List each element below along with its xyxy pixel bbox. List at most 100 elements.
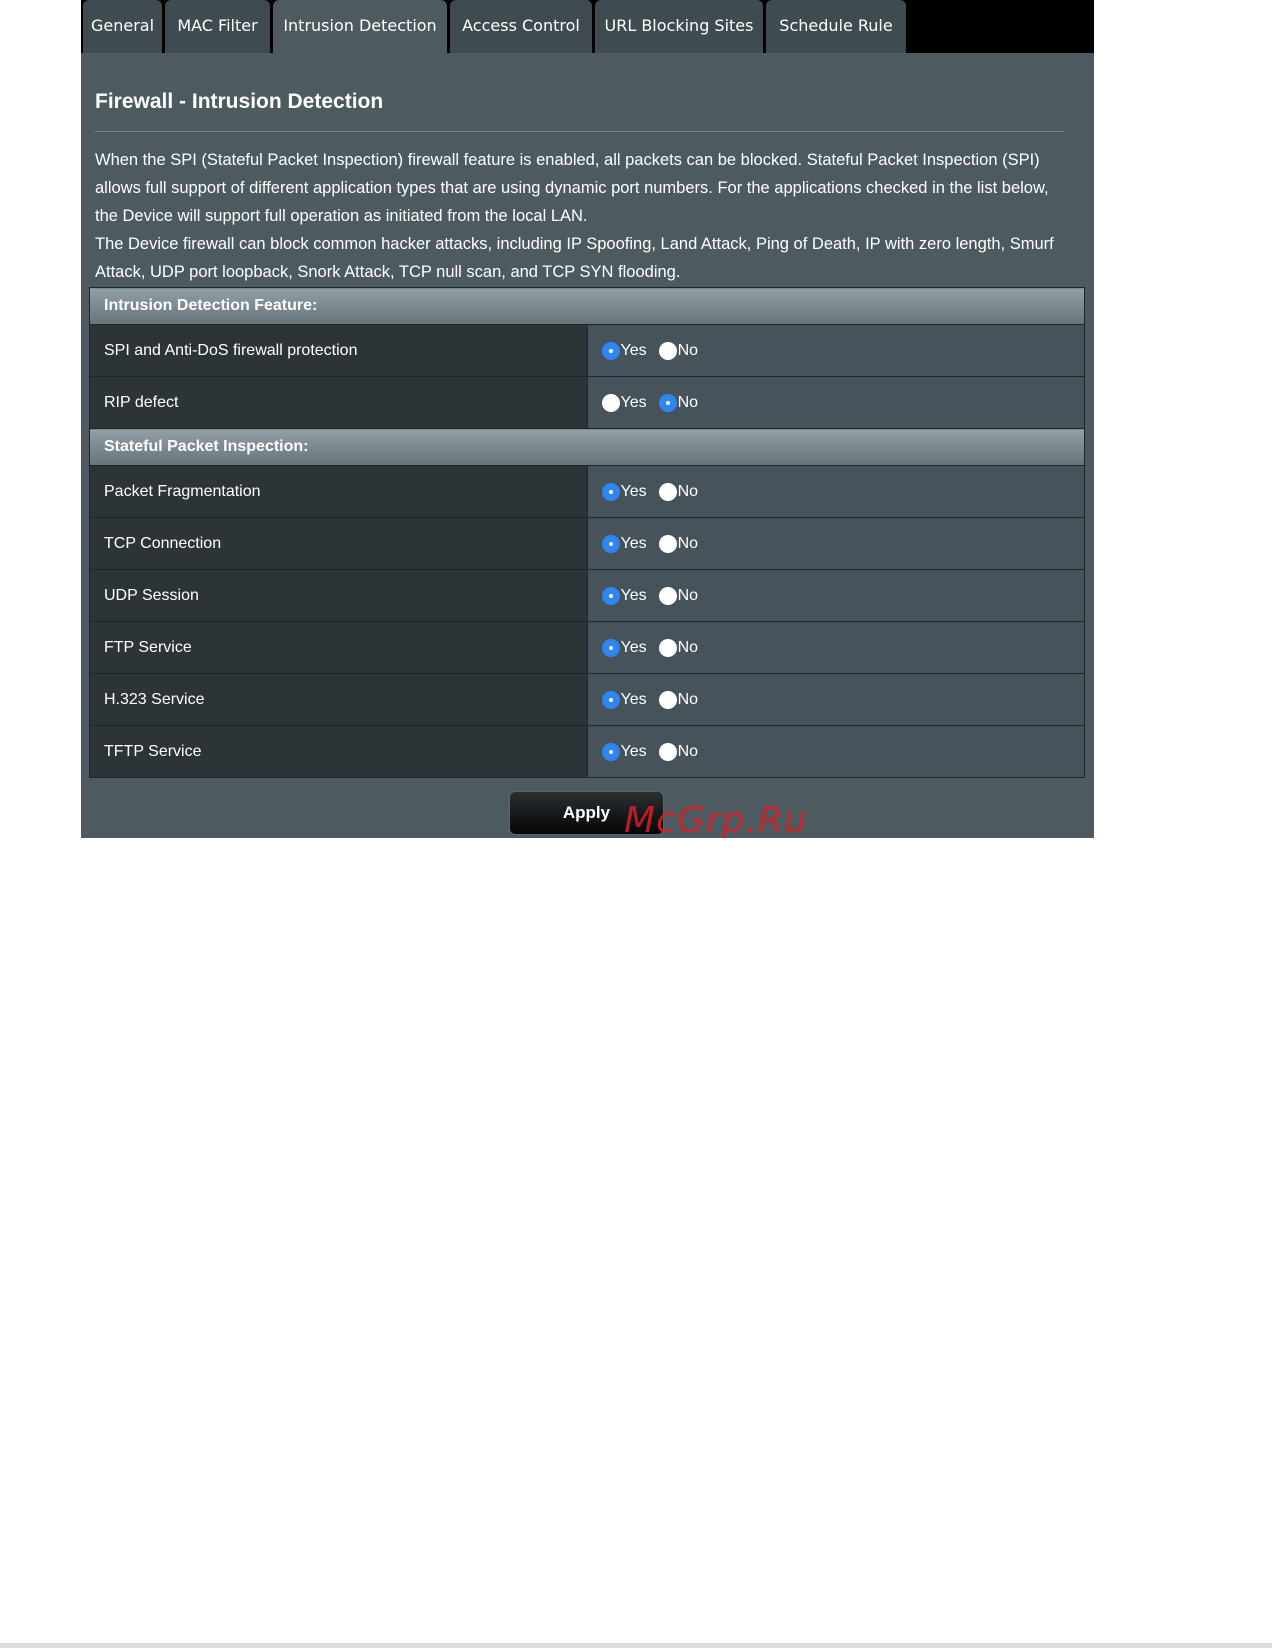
radio-option-yes[interactable]: Yes (601, 638, 647, 657)
radio-group: Yes No (601, 482, 1085, 501)
radio-button-yes[interactable] (601, 534, 620, 553)
radio-option-no[interactable]: No (658, 341, 699, 360)
setting-row-tcp-connection: TCP Connection Yes No (89, 517, 1085, 570)
page-description: When the SPI (Stateful Packet Inspection… (95, 146, 1070, 286)
setting-value-cell: Yes No (586, 725, 1085, 778)
radio-button-no[interactable] (658, 341, 677, 360)
radio-label-yes: Yes (620, 690, 647, 708)
radio-option-yes[interactable]: Yes (601, 534, 647, 553)
description-paragraph-attacks: The Device firewall can block common hac… (95, 235, 1054, 281)
radio-button-no[interactable] (658, 638, 677, 657)
apply-button[interactable]: Apply (509, 791, 664, 835)
radio-option-no[interactable]: No (658, 482, 699, 501)
radio-option-yes[interactable]: Yes (601, 586, 647, 605)
radio-group: Yes No (601, 690, 1085, 709)
radio-option-yes[interactable]: Yes (601, 393, 647, 412)
section-header-row: Intrusion Detection Feature: (89, 287, 1085, 325)
radio-button-yes[interactable] (601, 742, 620, 761)
setting-label: Packet Fragmentation (89, 465, 588, 518)
tab-general[interactable]: General (83, 0, 162, 53)
radio-label-yes: Yes (620, 393, 647, 411)
radio-button-no[interactable] (658, 586, 677, 605)
radio-group: Yes No (601, 638, 1085, 657)
setting-label: TFTP Service (89, 725, 588, 778)
radio-label-no: No (677, 690, 699, 708)
radio-label-yes: Yes (620, 341, 647, 359)
radio-option-no[interactable]: No (658, 534, 699, 553)
radio-label-no: No (677, 534, 699, 552)
radio-label-yes: Yes (620, 586, 647, 604)
radio-option-no[interactable]: No (658, 586, 699, 605)
radio-button-yes[interactable] (601, 586, 620, 605)
tab-bar: General MAC Filter Intrusion Detection A… (81, 0, 1094, 53)
radio-option-no[interactable]: No (658, 393, 699, 412)
setting-row-packet-fragmentation: Packet Fragmentation Yes No (89, 465, 1085, 518)
tab-access-control[interactable]: Access Control (450, 0, 592, 53)
radio-option-yes[interactable]: Yes (601, 742, 647, 761)
radio-button-yes[interactable] (601, 638, 620, 657)
setting-label: TCP Connection (89, 517, 588, 570)
radio-option-no[interactable]: No (658, 690, 699, 709)
radio-label-yes: Yes (620, 482, 647, 500)
setting-row-tftp-service: TFTP Service Yes No (89, 725, 1085, 778)
radio-button-no[interactable] (658, 742, 677, 761)
page-title: Firewall - Intrusion Detection (95, 90, 384, 113)
radio-label-yes: Yes (620, 534, 647, 552)
setting-row-ftp-service: FTP Service Yes No (89, 621, 1085, 674)
radio-group: Yes No (601, 341, 1085, 360)
setting-value-cell: Yes No (586, 673, 1085, 726)
radio-button-no[interactable] (658, 690, 677, 709)
setting-value-cell: Yes No (586, 376, 1085, 429)
radio-button-no[interactable] (658, 393, 677, 412)
radio-button-no[interactable] (658, 534, 677, 553)
tab-mac-filter[interactable]: MAC Filter (165, 0, 270, 53)
radio-group: Yes No (601, 742, 1085, 761)
page-bottom-rule (0, 1643, 1272, 1648)
setting-label: RIP defect (89, 376, 588, 429)
radio-label-yes: Yes (620, 638, 647, 656)
radio-option-yes[interactable]: Yes (601, 341, 647, 360)
setting-row-h-323-service: H.323 Service Yes No (89, 673, 1085, 726)
section-header: Stateful Packet Inspection: (89, 428, 1085, 466)
setting-row-rip-defect: RIP defect Yes No (89, 376, 1085, 429)
radio-button-no[interactable] (658, 482, 677, 501)
setting-value-cell: Yes No (586, 569, 1085, 622)
radio-button-yes[interactable] (601, 341, 620, 360)
setting-value-cell: Yes No (586, 517, 1085, 570)
tab-intrusion-detection[interactable]: Intrusion Detection (273, 0, 447, 53)
radio-label-yes: Yes (620, 742, 647, 760)
tab-schedule-rule[interactable]: Schedule Rule (766, 0, 906, 53)
radio-option-no[interactable]: No (658, 638, 699, 657)
router-firewall-screen: General MAC Filter Intrusion Detection A… (81, 0, 1094, 838)
radio-group: Yes No (601, 534, 1085, 553)
setting-label: FTP Service (89, 621, 588, 674)
setting-label: H.323 Service (89, 673, 588, 726)
radio-button-yes[interactable] (601, 393, 620, 412)
radio-group: Yes No (601, 393, 1085, 412)
radio-label-no: No (677, 482, 699, 500)
radio-label-no: No (677, 341, 699, 359)
radio-button-yes[interactable] (601, 690, 620, 709)
radio-label-no: No (677, 393, 699, 411)
tab-url-blocking-sites[interactable]: URL Blocking Sites (595, 0, 763, 53)
setting-value-cell: Yes No (586, 621, 1085, 674)
description-paragraph-spi: When the SPI (Stateful Packet Inspection… (95, 151, 1049, 225)
radio-label-no: No (677, 742, 699, 760)
radio-option-yes[interactable]: Yes (601, 482, 647, 501)
radio-option-no[interactable]: No (658, 742, 699, 761)
title-divider (95, 131, 1064, 132)
setting-row-spi-and-anti-dos-firewall-protection: SPI and Anti-DoS firewall protection Yes N… (89, 324, 1085, 377)
radio-button-yes[interactable] (601, 482, 620, 501)
section-header: Intrusion Detection Feature: (89, 287, 1085, 325)
radio-group: Yes No (601, 586, 1085, 605)
setting-value-cell: Yes No (586, 465, 1085, 518)
section-header-row: Stateful Packet Inspection: (89, 428, 1085, 466)
setting-label: SPI and Anti-DoS firewall protection (89, 324, 588, 377)
radio-label-no: No (677, 586, 699, 604)
radio-label-no: No (677, 638, 699, 656)
radio-option-yes[interactable]: Yes (601, 690, 647, 709)
setting-row-udp-session: UDP Session Yes No (89, 569, 1085, 622)
setting-label: UDP Session (89, 569, 588, 622)
setting-value-cell: Yes No (586, 324, 1085, 377)
settings-table: Intrusion Detection Feature: SPI and Anti… (89, 287, 1085, 778)
